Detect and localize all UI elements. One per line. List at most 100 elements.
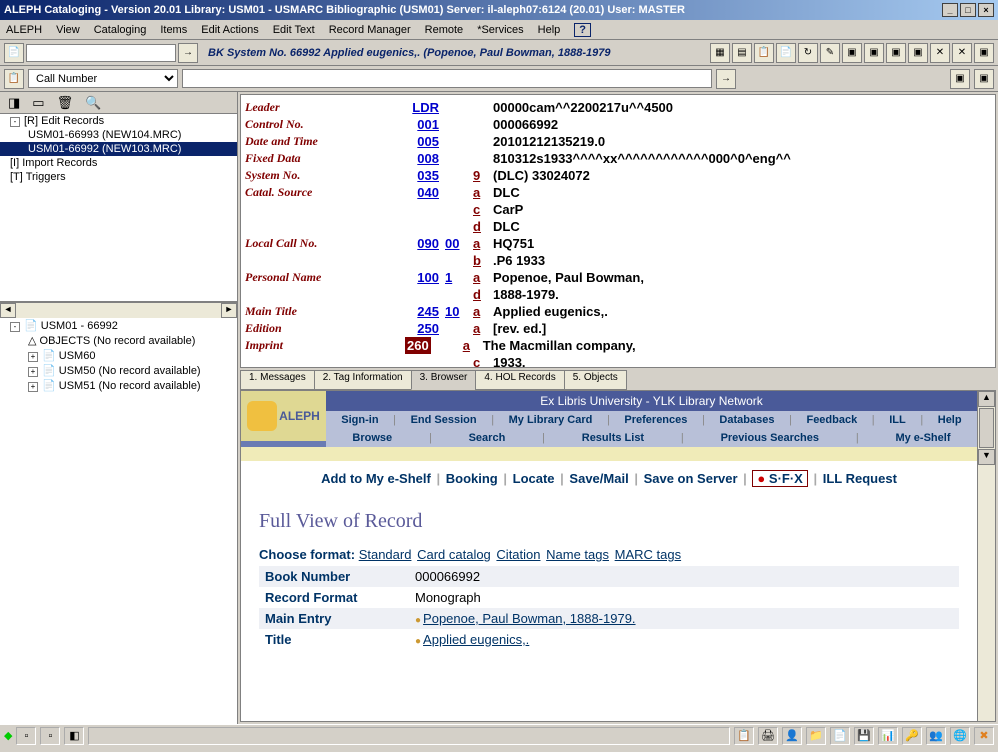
- marc-subfield[interactable]: 9: [473, 167, 493, 184]
- fmt-card[interactable]: Card catalog: [417, 547, 491, 562]
- marc-value[interactable]: [rev. ed.]: [493, 320, 991, 337]
- marc-value[interactable]: 20101212135219.0: [493, 133, 991, 150]
- tab-list-icon[interactable]: ▭: [32, 95, 44, 111]
- marc-row[interactable]: Date and Time00520101212135219.0: [245, 133, 991, 150]
- marc-subfield[interactable]: [473, 133, 493, 150]
- tree-record-2[interactable]: USM01-66992 (NEW103.MRC): [0, 142, 237, 156]
- marc-tag[interactable]: 035: [405, 167, 445, 184]
- menu-help[interactable]: Help: [538, 24, 561, 36]
- marc-tag[interactable]: 260: [405, 337, 431, 354]
- status-f[interactable]: 💾: [854, 727, 874, 745]
- index-input[interactable]: [182, 69, 712, 88]
- tool-e[interactable]: ↻: [798, 43, 818, 63]
- marc-row[interactable]: b.P6 1933: [245, 252, 991, 269]
- tree-root-edit[interactable]: -[R] Edit Records: [0, 114, 237, 128]
- nav-signin[interactable]: Sign-in: [341, 414, 378, 426]
- status-close-icon[interactable]: ✖: [974, 727, 994, 745]
- marc-value[interactable]: DLC: [493, 218, 991, 235]
- marc-indicator[interactable]: [445, 320, 473, 337]
- marc-value[interactable]: Applied eugenics,.: [493, 303, 991, 320]
- tool-l[interactable]: ✕: [952, 43, 972, 63]
- marc-indicator[interactable]: [445, 184, 473, 201]
- marc-subfield[interactable]: d: [473, 286, 493, 303]
- marc-row[interactable]: cCarP: [245, 201, 991, 218]
- tree-triggers[interactable]: [T] Triggers: [0, 170, 237, 184]
- marc-indicator[interactable]: 1: [445, 269, 473, 286]
- tree2-usm60[interactable]: +📄 USM60: [0, 348, 237, 363]
- marc-value[interactable]: 00000cam^^2200217u^^4500: [493, 99, 991, 116]
- record-link[interactable]: Popenoe, Paul Bowman, 1888-1979.: [423, 611, 636, 626]
- menu-items[interactable]: Items: [160, 24, 187, 36]
- marc-row[interactable]: Control No.001000066992: [245, 116, 991, 133]
- marc-value[interactable]: .P6 1933: [493, 252, 991, 269]
- nav-browse[interactable]: Browse: [352, 432, 392, 444]
- marc-row[interactable]: Local Call No.09000aHQ751: [245, 235, 991, 252]
- marc-row[interactable]: d1888-1979.: [245, 286, 991, 303]
- status-i[interactable]: 👥: [926, 727, 946, 745]
- status-d[interactable]: 📁: [806, 727, 826, 745]
- menu-edit-actions[interactable]: Edit Actions: [201, 24, 258, 36]
- marc-value[interactable]: 810312s1933^^^^xx^^^^^^^^^^^^000^0^eng^^: [493, 150, 991, 167]
- status-cell-3[interactable]: ◧: [64, 727, 84, 745]
- marc-tag[interactable]: 245: [405, 303, 445, 320]
- marc-subfield[interactable]: b: [473, 252, 493, 269]
- marc-tag[interactable]: 250: [405, 320, 445, 337]
- nav-help[interactable]: Help: [938, 414, 962, 426]
- nav-search[interactable]: Search: [469, 432, 506, 444]
- marc-tag[interactable]: 008: [405, 150, 445, 167]
- marc-tag[interactable]: [405, 201, 445, 218]
- status-g[interactable]: 📊: [878, 727, 898, 745]
- marc-tag[interactable]: [405, 252, 445, 269]
- act-add-eshelf[interactable]: Add to My e-Shelf: [321, 471, 431, 486]
- record-link[interactable]: Applied eugenics,.: [423, 632, 529, 647]
- marc-indicator[interactable]: [445, 286, 473, 303]
- tab-search-icon[interactable]: 🔍: [85, 95, 101, 111]
- menu-cataloging[interactable]: Cataloging: [94, 24, 147, 36]
- marc-indicator[interactable]: [445, 99, 473, 116]
- status-a[interactable]: 📋: [734, 727, 754, 745]
- marc-subfield[interactable]: d: [473, 218, 493, 235]
- tab-tree-icon[interactable]: ◨: [8, 95, 20, 111]
- marc-value[interactable]: The Macmillan company,: [483, 337, 991, 354]
- marc-subfield[interactable]: a: [473, 320, 493, 337]
- status-b[interactable]: 🖨: [758, 727, 778, 745]
- tool-j[interactable]: ▣: [908, 43, 928, 63]
- nav-library-card[interactable]: My Library Card: [509, 414, 593, 426]
- marc-subfield[interactable]: [473, 99, 493, 116]
- nav-eshelf[interactable]: My e-Shelf: [895, 432, 950, 444]
- marc-value[interactable]: 1933.: [493, 354, 991, 368]
- marc-tag[interactable]: 090: [405, 235, 445, 252]
- tree2-root[interactable]: -📄 USM01 - 66992: [0, 318, 237, 333]
- act-ill-request[interactable]: ILL Request: [823, 471, 897, 486]
- marc-subfield[interactable]: a: [473, 235, 493, 252]
- marc-subfield[interactable]: a: [463, 337, 483, 354]
- marc-subfield[interactable]: [473, 150, 493, 167]
- tab-messages[interactable]: 1. Messages: [240, 370, 315, 390]
- menu-edit-text[interactable]: Edit Text: [273, 24, 315, 36]
- marc-indicator[interactable]: [445, 116, 473, 133]
- marc-tag[interactable]: LDR: [405, 99, 445, 116]
- view-a-icon[interactable]: ▣: [950, 69, 970, 89]
- tab-browser[interactable]: 3. Browser: [411, 370, 477, 390]
- fmt-standard[interactable]: Standard: [359, 547, 412, 562]
- act-save-server[interactable]: Save on Server: [644, 471, 738, 486]
- help-icon[interactable]: ?: [574, 23, 591, 37]
- marc-indicator[interactable]: 00: [445, 235, 473, 252]
- marc-row[interactable]: c1933.: [245, 354, 991, 368]
- new-record-icon[interactable]: 📄: [4, 43, 24, 63]
- tool-d[interactable]: 📄: [776, 43, 796, 63]
- tool-c[interactable]: 📋: [754, 43, 774, 63]
- tree2-objects[interactable]: △ OBJECTS (No record available): [0, 333, 237, 348]
- nav-preferences[interactable]: Preferences: [624, 414, 687, 426]
- marc-tag[interactable]: 005: [405, 133, 445, 150]
- tree-import[interactable]: [I] Import Records: [0, 156, 237, 170]
- marc-value[interactable]: 000066992: [493, 116, 991, 133]
- marc-value[interactable]: Popenoe, Paul Bowman,: [493, 269, 991, 286]
- marc-value[interactable]: 1888-1979.: [493, 286, 991, 303]
- marc-row[interactable]: Imprint260aThe Macmillan company,: [245, 337, 991, 354]
- marc-row[interactable]: Catal. Source040aDLC: [245, 184, 991, 201]
- act-locate[interactable]: Locate: [513, 471, 555, 486]
- nav-end-session[interactable]: End Session: [411, 414, 477, 426]
- marc-tag[interactable]: [405, 354, 445, 368]
- browser-scrollbar[interactable]: ▲ ▼: [977, 391, 995, 721]
